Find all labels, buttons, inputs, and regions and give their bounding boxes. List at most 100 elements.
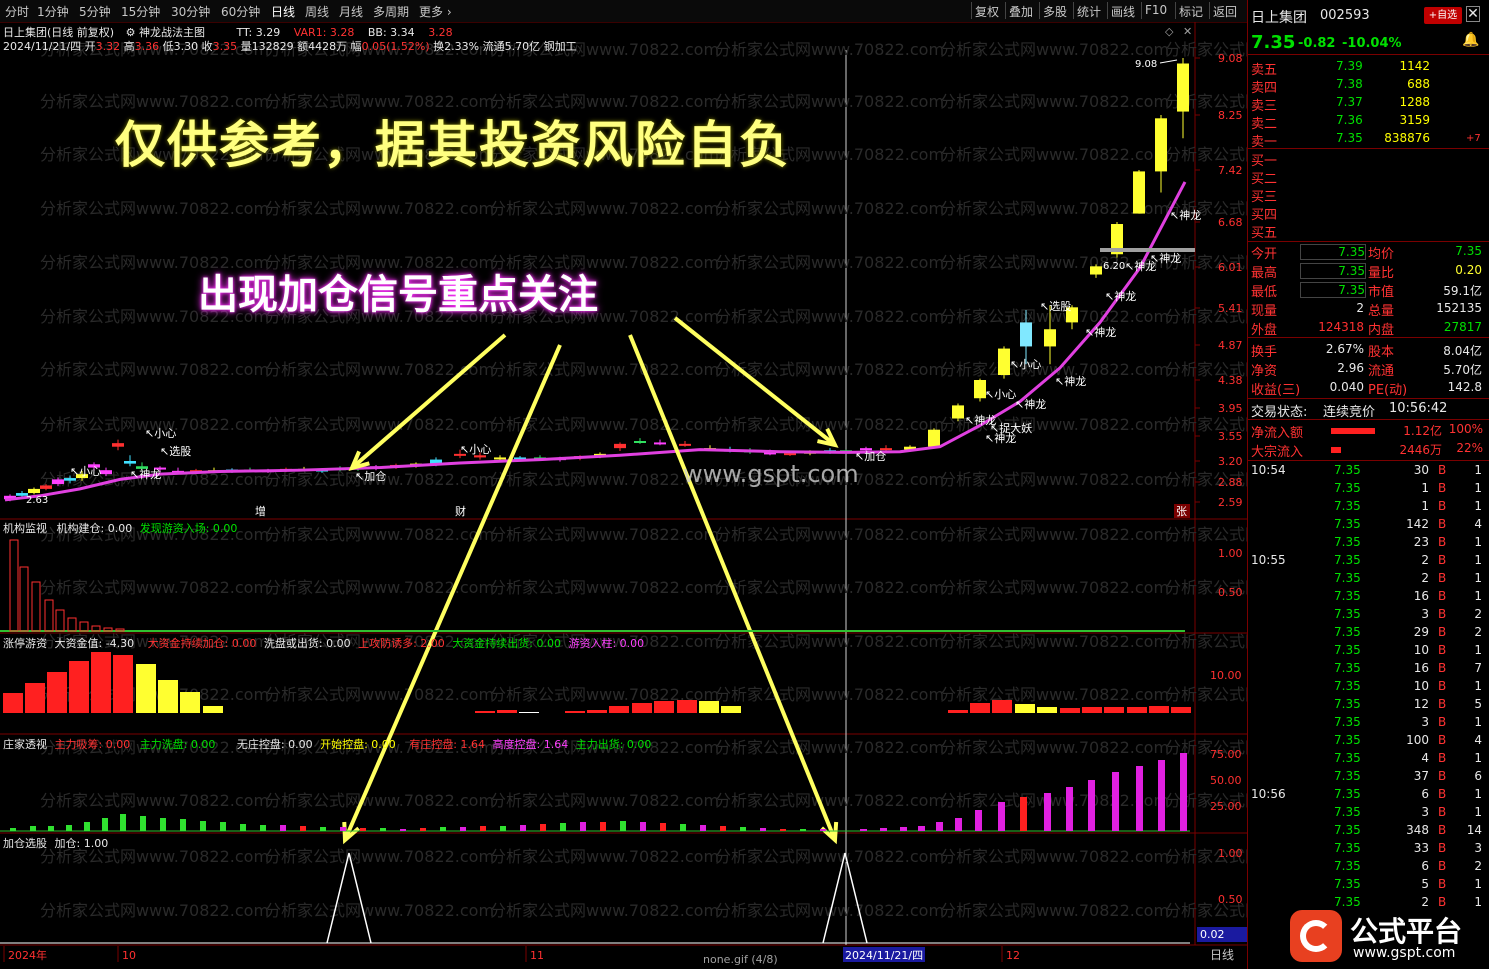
repeated-watermark: 分析家公式网www.70822.com	[490, 525, 719, 544]
dealer-bar	[10, 828, 16, 831]
event-marker[interactable]: 财	[455, 504, 466, 518]
dealer-bar	[48, 826, 54, 831]
dealer-bar	[680, 824, 686, 831]
dealer-bar	[1066, 787, 1073, 831]
tick-volume: 1	[1421, 481, 1429, 495]
repeated-watermark: 分析家公式网www.70822.com	[40, 791, 269, 810]
dealer-bar	[620, 821, 626, 831]
candle-body	[1090, 266, 1102, 275]
dealer-bar	[360, 828, 366, 831]
tick-volume: 4	[1421, 751, 1429, 765]
ohlc-date: 2024/11/21/四	[3, 40, 82, 53]
ohlc-close-label: 收	[201, 40, 213, 53]
tick-volume: 1	[1421, 499, 1429, 513]
ask-label: 卖二	[1251, 117, 1278, 132]
logo-url: www.gspt.com	[1353, 945, 1456, 961]
ask-price[interactable]: 7.36	[1336, 113, 1363, 127]
ask-price[interactable]: 7.35	[1336, 131, 1363, 145]
stat-label: 换手	[1251, 345, 1278, 360]
tick-count: 6	[1474, 769, 1482, 783]
inst-hot-money-value: 发现游资入场: 0.00	[139, 522, 238, 535]
panel-dealer-header: 庄家透视 主力吸筹: 0.00 主力洗盘: 0.00 无庄控盘: 0.00 开始…	[3, 736, 651, 752]
repeated-watermark: 分析家公式网www.70822.com	[40, 901, 269, 920]
limit-bar	[992, 700, 1012, 713]
tick-volume: 348	[1406, 823, 1429, 837]
panel-limit-title[interactable]: 涨停游资	[3, 637, 47, 650]
divider	[1248, 241, 1489, 242]
flow-value: 1.12亿	[1403, 424, 1442, 438]
close-panel-icon[interactable]: ✕	[1183, 25, 1192, 38]
repeated-watermark: 分析家公式网www.70822.com	[715, 307, 944, 326]
event-marker[interactable]: 增	[255, 504, 266, 518]
dealer-absorb: 主力吸筹: 0.00	[54, 738, 131, 751]
tick-side: B	[1438, 715, 1447, 729]
signal-annotation: ↖加仓	[855, 449, 886, 463]
tick-side: B	[1438, 643, 1447, 657]
cursor-date: 2024/11/21/四	[845, 949, 923, 962]
last-price: 7.35	[1251, 32, 1296, 53]
close-icon[interactable]: ✕	[1466, 6, 1480, 22]
signal-annotation: ↖小心	[145, 427, 176, 440]
limit-bar	[519, 712, 539, 713]
flow-pct: 22%	[1456, 441, 1483, 455]
xtick-label: 12	[1006, 949, 1020, 962]
flow-bar	[1331, 428, 1375, 434]
tick-count: 2	[1474, 859, 1482, 873]
tick-volume: 142	[1406, 517, 1429, 531]
dealer-bar	[975, 810, 982, 831]
limit-bar	[136, 664, 156, 713]
ask-volume: 838876	[1384, 131, 1430, 145]
price-tick-label: 5.41	[1218, 302, 1243, 315]
limit-bar	[497, 710, 517, 713]
bid-label: 买四	[1251, 208, 1278, 223]
stat-label: 最低	[1251, 285, 1278, 300]
limit-bar	[1171, 707, 1191, 713]
tick-count: 1	[1474, 715, 1482, 729]
stat-value2: 5.70亿	[1443, 363, 1482, 377]
flow-label: 净流入额	[1251, 426, 1304, 441]
stat-value: 2.96	[1337, 361, 1364, 375]
ask-price[interactable]: 7.39	[1336, 59, 1363, 73]
period-label[interactable]: 日线	[1210, 948, 1234, 962]
ask-price[interactable]: 7.37	[1336, 95, 1363, 109]
limit-add: 大资金持续加仓: 0.00	[147, 637, 257, 650]
tick-price: 7.35	[1334, 499, 1361, 513]
diamond-icon[interactable]: ◇	[1165, 25, 1174, 38]
price-tick-label: 2.59	[1218, 496, 1243, 509]
tick-count: 1	[1474, 481, 1482, 495]
ohlc-low: 3.30	[173, 40, 199, 53]
stat-value2: 8.04亿	[1443, 344, 1482, 358]
dealer-bar	[560, 823, 566, 831]
signal-annotation: ↖神龙	[130, 467, 161, 481]
candle-body	[634, 441, 646, 443]
limit-bar	[1149, 706, 1169, 713]
panel-dealer-title[interactable]: 庄家透视	[3, 738, 47, 751]
ask-price[interactable]: 7.38	[1336, 77, 1363, 91]
stat-label2: 股本	[1368, 345, 1395, 360]
panel-add-title[interactable]: 加仓选股	[3, 837, 47, 850]
panel-ytick: 75.00	[1210, 748, 1242, 761]
xtick-label: 2024年	[8, 948, 47, 962]
candle-body	[998, 348, 1010, 375]
tick-price: 7.35	[1334, 841, 1361, 855]
dealer-bar	[500, 826, 506, 831]
bell-icon[interactable]: 🔔	[1462, 32, 1479, 48]
panel-inst-title[interactable]: 机构监视	[3, 522, 47, 535]
tick-count: 7	[1474, 661, 1482, 675]
repeated-watermark: 分析家公式网www.70822.com	[265, 847, 494, 866]
tick-volume: 16	[1413, 589, 1429, 603]
dealer-start: 开始控盘: 0.00	[320, 738, 396, 751]
inst-build-value: 机构建仓: 0.00	[56, 522, 133, 535]
dealer-bar	[220, 822, 226, 831]
ask-label: 卖四	[1251, 81, 1278, 96]
price-tick-label: 3.20	[1218, 455, 1243, 468]
divider	[1248, 337, 1489, 338]
candle-body	[124, 461, 136, 464]
repeated-watermark: 分析家公式网www.70822.com	[490, 199, 719, 218]
add-watchlist-button[interactable]: +自选	[1424, 7, 1462, 24]
panel-add-header: 加仓选股 加仓: 1.00	[3, 835, 108, 851]
stat-label2: 总量	[1368, 304, 1395, 319]
event-marker[interactable]: 张	[1176, 505, 1187, 518]
tick-volume: 30	[1413, 463, 1429, 477]
limit-wash: 洗盘或出货: 0.00	[263, 637, 351, 650]
